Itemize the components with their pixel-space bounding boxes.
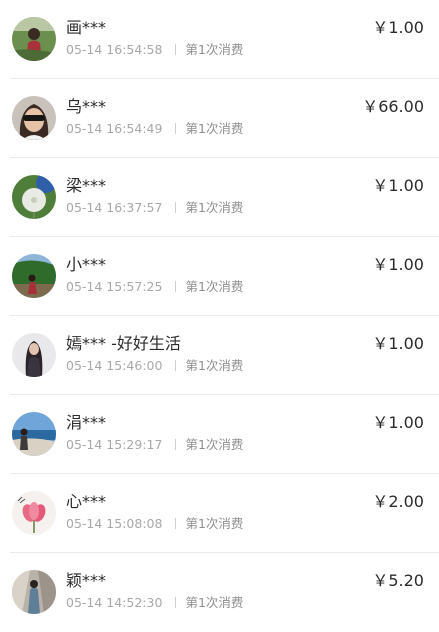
avatar[interactable] — [12, 96, 56, 140]
record-time: 05-14 15:29:17 — [66, 437, 163, 452]
record-time: 05-14 15:57:25 — [66, 279, 163, 294]
record-meta: 05-14 14:52:30 第1次消费 — [66, 594, 243, 612]
record-time: 05-14 15:08:08 — [66, 516, 163, 531]
customer-name: 涓*** — [66, 413, 107, 432]
customer-name: 嫣*** -好好生活 — [66, 334, 181, 353]
avatar-photo-icon — [12, 491, 56, 535]
visit-count: 第1次消费 — [185, 279, 244, 294]
avatar[interactable] — [12, 17, 56, 61]
record-meta: 05-14 16:54:49 第1次消费 — [66, 120, 243, 138]
customer-name: 画*** — [66, 18, 107, 37]
customer-name: 颖*** — [66, 571, 107, 590]
avatar[interactable] — [12, 175, 56, 219]
record-meta: 05-14 16:37:57 第1次消费 — [66, 199, 243, 217]
record-meta: 05-14 15:46:00 第1次消费 — [66, 357, 243, 375]
payment-amount: ￥66.00 — [362, 97, 424, 116]
divider — [175, 360, 177, 371]
payment-amount: ￥1.00 — [372, 334, 424, 353]
customer-name: 心*** — [66, 492, 107, 511]
divider — [175, 518, 177, 529]
avatar[interactable] — [12, 412, 56, 456]
avatar[interactable] — [12, 254, 56, 298]
customer-name: 梁*** — [66, 176, 107, 195]
list-item[interactable]: 画*** 05-14 16:54:58 第1次消费 ￥1.00 — [0, 0, 439, 79]
visit-count: 第1次消费 — [185, 516, 244, 531]
list-item[interactable]: 乌*** 05-14 16:54:49 第1次消费 ￥66.00 — [0, 79, 439, 158]
divider — [175, 439, 177, 450]
divider — [175, 44, 177, 55]
divider — [175, 281, 177, 292]
avatar[interactable] — [12, 570, 56, 614]
payment-amount: ￥1.00 — [372, 18, 424, 37]
visit-count: 第1次消费 — [185, 595, 244, 610]
customer-name: 乌*** — [66, 97, 107, 116]
list-item[interactable]: 颖*** 05-14 14:52:30 第1次消费 ￥5.20 — [0, 553, 439, 632]
payment-amount: ￥1.00 — [372, 413, 424, 432]
list-item[interactable]: 嫣*** -好好生活 05-14 15:46:00 第1次消费 ￥1.00 — [0, 316, 439, 395]
record-meta: 05-14 15:57:25 第1次消费 — [66, 278, 243, 296]
divider — [175, 123, 177, 134]
record-meta: 05-14 15:29:17 第1次消费 — [66, 436, 243, 454]
record-time: 05-14 16:54:49 — [66, 121, 163, 136]
avatar[interactable] — [12, 491, 56, 535]
payment-amount: ￥5.20 — [372, 571, 424, 590]
avatar-photo-icon — [12, 17, 56, 61]
payment-amount: ￥2.00 — [372, 492, 424, 511]
list-item[interactable]: 梁*** 05-14 16:37:57 第1次消费 ￥1.00 — [0, 158, 439, 237]
divider — [175, 597, 177, 608]
avatar-photo-icon — [12, 570, 56, 614]
customer-name: 小*** — [66, 255, 107, 274]
avatar-photo-icon — [12, 96, 56, 140]
record-meta: 05-14 16:54:58 第1次消费 — [66, 41, 243, 59]
divider — [175, 202, 177, 213]
avatar-photo-icon — [12, 412, 56, 456]
avatar-photo-icon — [12, 333, 56, 377]
avatar-photo-icon — [12, 254, 56, 298]
payment-record-list: 画*** 05-14 16:54:58 第1次消费 ￥1.00 乌*** 05-1… — [0, 0, 439, 628]
record-time: 05-14 15:46:00 — [66, 358, 163, 373]
record-meta: 05-14 15:08:08 第1次消费 — [66, 515, 243, 533]
list-item[interactable]: 涓*** 05-14 15:29:17 第1次消费 ￥1.00 — [0, 395, 439, 474]
list-item[interactable]: 小*** 05-14 15:57:25 第1次消费 ￥1.00 — [0, 237, 439, 316]
record-time: 05-14 16:54:58 — [66, 42, 163, 57]
visit-count: 第1次消费 — [185, 437, 244, 452]
visit-count: 第1次消费 — [185, 358, 244, 373]
payment-amount: ￥1.00 — [372, 255, 424, 274]
visit-count: 第1次消费 — [185, 121, 244, 136]
visit-count: 第1次消费 — [185, 42, 244, 57]
record-time: 05-14 16:37:57 — [66, 200, 163, 215]
avatar[interactable] — [12, 333, 56, 377]
record-time: 05-14 14:52:30 — [66, 595, 163, 610]
list-item[interactable]: 心*** 05-14 15:08:08 第1次消费 ￥2.00 — [0, 474, 439, 553]
payment-amount: ￥1.00 — [372, 176, 424, 195]
avatar-photo-icon — [12, 175, 56, 219]
visit-count: 第1次消费 — [185, 200, 244, 215]
